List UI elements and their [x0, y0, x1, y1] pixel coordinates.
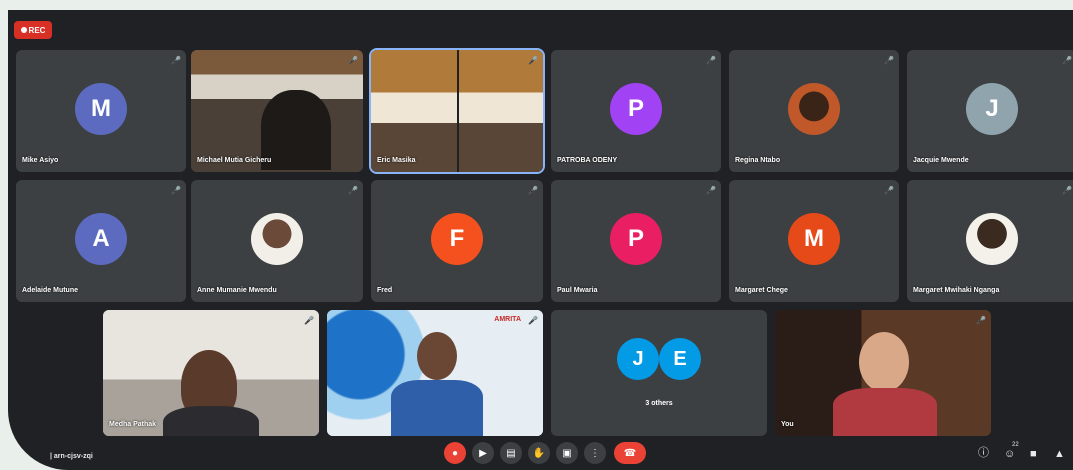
video-divider [457, 50, 459, 172]
mic-off-icon: 🎤 [171, 186, 181, 195]
mic-off-icon: 🎤 [528, 316, 538, 325]
participant-name: Regina Ntabo [735, 157, 781, 164]
meeting-code: | arn-cjsv-zqi [50, 453, 93, 460]
present-button[interactable]: ▣ [556, 442, 578, 464]
participant-tile[interactable]: A 🎤 Adelaide Mutune [16, 180, 186, 302]
phone-hangup-icon: ☎ [623, 447, 637, 459]
avatar: F [431, 213, 483, 265]
mic-off-icon: 🎤 [976, 316, 986, 325]
participant-tile[interactable]: 🎤 Medha Pathak [103, 310, 319, 436]
participant-tile[interactable]: 🎤 Anne Mumanie Mwendu [191, 180, 363, 302]
avatar: E [659, 338, 701, 380]
person-silhouette [261, 90, 331, 170]
avatar: A [75, 213, 127, 265]
mic-off-icon: 🎤 [1062, 186, 1072, 195]
participant-name: Medha Pathak [109, 421, 157, 428]
participant-name: Paul Mwaria [557, 287, 598, 294]
participant-name: Eric Masika [377, 157, 416, 164]
avatar: J [617, 338, 659, 380]
mic-off-icon: 🎤 [528, 186, 538, 195]
mic-off-icon: 🎤 [528, 56, 538, 65]
chat-icon[interactable]: ■ [1030, 448, 1037, 460]
mic-off-icon: 🎤 [171, 56, 181, 65]
recording-indicator: REC [14, 21, 52, 39]
person-body [833, 388, 937, 436]
mic-off-icon: 🎤 [304, 316, 314, 325]
avatar: M [75, 83, 127, 135]
avatar [251, 213, 303, 265]
info-icon[interactable]: ⓘ [978, 444, 989, 460]
participant-name: Adelaide Mutune [22, 287, 79, 294]
avatar: M [788, 213, 840, 265]
people-count-badge: 22 [1012, 442, 1019, 448]
participant-tile[interactable]: J 🎤 Jacquie Mwende [907, 50, 1073, 172]
more-vert-icon: ⋮ [590, 447, 600, 459]
bottom-toolbar: | arn-cjsv-zqi ● ▶ ▤ ✋ ▣ ⋮ ☎ ⓘ ☺ 22 ■ ▲ [8, 436, 1073, 470]
participant-name: Jacquie Mwende [913, 157, 969, 164]
mic-off-button[interactable]: ● [444, 442, 466, 464]
participant-tile[interactable]: M 🎤 Mike Asiyo [16, 50, 186, 172]
avatar: J [966, 83, 1018, 135]
banner-text: AMRITA [494, 316, 521, 323]
more-options-button[interactable]: ⋮ [584, 442, 606, 464]
participant-name: Mike Asiyo [22, 157, 59, 164]
avatar: P [610, 83, 662, 135]
participant-name: Margaret Chege [735, 287, 788, 294]
others-count: 3 others [645, 400, 673, 407]
others-tile[interactable]: J E 3 others [551, 310, 767, 436]
avatar: P [610, 213, 662, 265]
meeting-code-text: arn-cjsv-zqi [53, 453, 93, 460]
raise-hand-button[interactable]: ✋ [528, 442, 550, 464]
mic-off-icon: 🎤 [348, 186, 358, 195]
mic-off-icon: 🎤 [1062, 56, 1072, 65]
mic-off-icon: 🎤 [884, 186, 894, 195]
participant-name: You [781, 421, 794, 428]
mic-off-icon: 🎤 [884, 56, 894, 65]
participant-name: PATROBA ODENY [557, 157, 618, 164]
participant-tile[interactable]: 🎤 Margaret Mwihaki Nganga [907, 180, 1073, 302]
mic-off-icon: ● [451, 447, 459, 459]
participant-tile[interactable]: M 🎤 Margaret Chege [729, 180, 899, 302]
present-icon: ▣ [562, 447, 572, 459]
camera-icon: ▶ [479, 447, 487, 459]
participant-name: Fred [377, 287, 393, 294]
mic-off-icon: 🎤 [706, 186, 716, 195]
participant-name: Anne Mumanie Mwendu [197, 287, 277, 294]
participant-tile[interactable]: 🎤 Eric Masika [369, 48, 545, 174]
camera-button[interactable]: ▶ [472, 442, 494, 464]
participant-tile[interactable]: 🎤 Michael Mutia Gicheru [191, 50, 363, 172]
participant-tile[interactable]: P 🎤 PATROBA ODENY [551, 50, 721, 172]
participant-name: Margaret Mwihaki Nganga [913, 287, 1000, 294]
hang-up-button[interactable]: ☎ [614, 442, 646, 464]
captions-button[interactable]: ▤ [500, 442, 522, 464]
participant-tile[interactable]: 🎤 You [775, 310, 991, 436]
participant-tile[interactable]: P 🎤 Paul Mwaria [551, 180, 721, 302]
participant-tile[interactable]: F 🎤 Fred [371, 180, 543, 302]
meeting-screen: REC M 🎤 Mike Asiyo 🎤 Michael Mutia Giche… [8, 10, 1073, 470]
person-body [391, 380, 483, 436]
person-silhouette [417, 332, 457, 380]
activities-icon[interactable]: ▲ [1054, 448, 1065, 460]
hand-icon: ✋ [532, 447, 546, 459]
participant-tile[interactable]: 🎤 Regina Ntabo [729, 50, 899, 172]
captions-icon: ▤ [506, 447, 516, 459]
avatar [966, 213, 1018, 265]
person-body [163, 406, 259, 436]
people-icon[interactable]: ☺ [1004, 448, 1015, 460]
record-dot-icon [20, 27, 27, 33]
participant-name: Michael Mutia Gicheru [197, 157, 272, 164]
mic-off-icon: 🎤 [706, 56, 716, 65]
person-silhouette [859, 332, 909, 392]
mic-off-icon: 🎤 [348, 56, 358, 65]
participant-tile[interactable]: AMRITA 🎤 [327, 310, 543, 436]
avatar [788, 83, 840, 135]
recording-label: REC [28, 25, 46, 35]
